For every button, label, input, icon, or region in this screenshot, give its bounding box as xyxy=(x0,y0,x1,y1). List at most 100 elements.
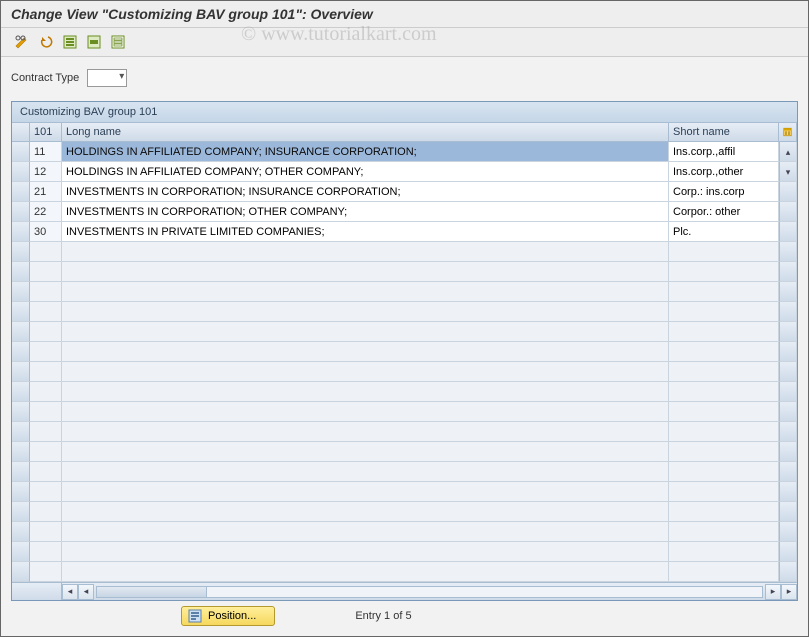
vscroll-track[interactable] xyxy=(779,242,797,262)
hscroll-track[interactable] xyxy=(96,586,763,598)
hscroll-first-button[interactable]: ◂ xyxy=(62,584,78,600)
vscroll-down-button[interactable]: ▾ xyxy=(779,162,797,182)
vscroll-up-button[interactable]: ▴ xyxy=(779,142,797,162)
cell-short-name[interactable]: Ins.corp.,other xyxy=(669,162,779,182)
cell-long-name[interactable]: INVESTMENTS IN CORPORATION; INSURANCE CO… xyxy=(62,182,669,202)
cell-id[interactable]: 30 xyxy=(30,222,62,242)
row-selector[interactable] xyxy=(12,162,30,182)
cell-id[interactable] xyxy=(30,302,62,322)
cell-id[interactable] xyxy=(30,322,62,342)
vscroll-track[interactable] xyxy=(779,342,797,362)
col-id-header[interactable]: 101 xyxy=(30,123,62,142)
cell-id[interactable] xyxy=(30,342,62,362)
row-selector[interactable] xyxy=(12,262,30,282)
cell-long-name[interactable] xyxy=(62,282,669,302)
row-selector[interactable] xyxy=(12,362,30,382)
cell-id[interactable]: 11 xyxy=(30,142,62,162)
cell-id[interactable] xyxy=(30,382,62,402)
row-selector[interactable] xyxy=(12,442,30,462)
cell-long-name[interactable] xyxy=(62,522,669,542)
cell-short-name[interactable] xyxy=(669,542,779,562)
cell-long-name[interactable]: INVESTMENTS IN CORPORATION; OTHER COMPAN… xyxy=(62,202,669,222)
vscroll-track[interactable] xyxy=(779,522,797,542)
vscroll-track[interactable] xyxy=(779,222,797,242)
row-selector[interactable] xyxy=(12,562,30,582)
vscroll-track[interactable] xyxy=(779,462,797,482)
table-settings-button[interactable] xyxy=(779,123,797,142)
vscroll-track[interactable] xyxy=(779,442,797,462)
vscroll-track[interactable] xyxy=(779,402,797,422)
hscroll-right-button[interactable]: ▸ xyxy=(765,584,781,600)
cell-long-name[interactable] xyxy=(62,382,669,402)
hscroll-left-button[interactable]: ◂ xyxy=(78,584,94,600)
hscroll-thumb[interactable] xyxy=(97,587,207,597)
cell-id[interactable] xyxy=(30,402,62,422)
cell-short-name[interactable]: Ins.corp.,affil xyxy=(669,142,779,162)
cell-id[interactable]: 22 xyxy=(30,202,62,222)
cell-short-name[interactable] xyxy=(669,422,779,442)
cell-id[interactable] xyxy=(30,262,62,282)
cell-long-name[interactable] xyxy=(62,242,669,262)
cell-id[interactable] xyxy=(30,542,62,562)
cell-short-name[interactable] xyxy=(669,302,779,322)
vscroll-track[interactable] xyxy=(779,322,797,342)
cell-long-name[interactable] xyxy=(62,562,669,582)
vscroll-track[interactable] xyxy=(779,562,797,582)
cell-long-name[interactable] xyxy=(62,442,669,462)
row-selector[interactable] xyxy=(12,202,30,222)
vscroll-track[interactable] xyxy=(779,422,797,442)
cell-long-name[interactable] xyxy=(62,262,669,282)
contract-type-dropdown[interactable] xyxy=(87,69,127,87)
vscroll-track[interactable] xyxy=(779,502,797,522)
cell-short-name[interactable] xyxy=(669,502,779,522)
cell-id[interactable] xyxy=(30,502,62,522)
row-selector[interactable] xyxy=(12,382,30,402)
vscroll-track[interactable] xyxy=(779,302,797,322)
cell-short-name[interactable] xyxy=(669,402,779,422)
cell-id[interactable] xyxy=(30,442,62,462)
vscroll-track[interactable] xyxy=(779,362,797,382)
row-selector[interactable] xyxy=(12,522,30,542)
row-selector[interactable] xyxy=(12,462,30,482)
cell-long-name[interactable] xyxy=(62,402,669,422)
row-selector[interactable] xyxy=(12,282,30,302)
cell-short-name[interactable] xyxy=(669,342,779,362)
cell-long-name[interactable]: INVESTMENTS IN PRIVATE LIMITED COMPANIES… xyxy=(62,222,669,242)
row-selector[interactable] xyxy=(12,222,30,242)
toggle-display-change-button[interactable] xyxy=(11,32,33,52)
cell-long-name[interactable] xyxy=(62,322,669,342)
cell-long-name[interactable] xyxy=(62,422,669,442)
row-selector[interactable] xyxy=(12,242,30,262)
cell-id[interactable] xyxy=(30,362,62,382)
cell-short-name[interactable] xyxy=(669,382,779,402)
vscroll-track[interactable] xyxy=(779,382,797,402)
cell-short-name[interactable] xyxy=(669,262,779,282)
cell-short-name[interactable] xyxy=(669,322,779,342)
cell-long-name[interactable] xyxy=(62,342,669,362)
col-shortname-header[interactable]: Short name xyxy=(669,123,779,142)
cell-long-name[interactable] xyxy=(62,462,669,482)
hscroll-last-button[interactable]: ▸ xyxy=(781,584,797,600)
row-selector[interactable] xyxy=(12,182,30,202)
cell-id[interactable] xyxy=(30,422,62,442)
cell-short-name[interactable] xyxy=(669,522,779,542)
cell-short-name[interactable] xyxy=(669,442,779,462)
cell-id[interactable] xyxy=(30,482,62,502)
cell-short-name[interactable] xyxy=(669,562,779,582)
cell-long-name[interactable]: HOLDINGS IN AFFILIATED COMPANY; OTHER CO… xyxy=(62,162,669,182)
vscroll-track[interactable] xyxy=(779,482,797,502)
cell-long-name[interactable] xyxy=(62,542,669,562)
cell-short-name[interactable] xyxy=(669,242,779,262)
cell-long-name[interactable]: HOLDINGS IN AFFILIATED COMPANY; INSURANC… xyxy=(62,142,669,162)
row-selector[interactable] xyxy=(12,422,30,442)
select-block-button[interactable] xyxy=(83,32,105,52)
row-selector[interactable] xyxy=(12,302,30,322)
row-selector[interactable] xyxy=(12,142,30,162)
vscroll-track[interactable] xyxy=(779,282,797,302)
cell-short-name[interactable] xyxy=(669,362,779,382)
undo-button[interactable] xyxy=(35,32,57,52)
select-all-button[interactable] xyxy=(59,32,81,52)
position-button[interactable]: Position... xyxy=(181,606,275,626)
row-selector[interactable] xyxy=(12,482,30,502)
cell-id[interactable] xyxy=(30,562,62,582)
